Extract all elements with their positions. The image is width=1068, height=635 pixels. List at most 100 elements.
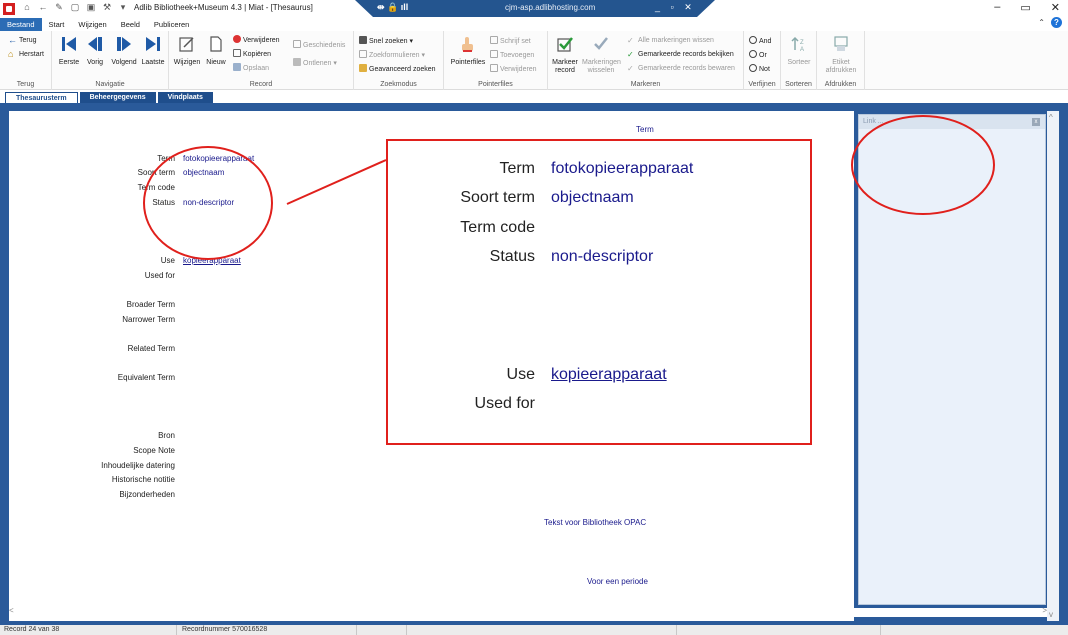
ribbon-tab-bar: Bestand Start Wijzigen Beeld Publiceren <box>0 18 196 31</box>
back-arrow-icon[interactable]: ← <box>38 2 48 13</box>
add-icon <box>490 50 498 58</box>
print-label-button[interactable]: Etiket afdrukken <box>820 35 862 75</box>
edit-record-button[interactable]: Wijzigen <box>172 35 202 67</box>
next-icon <box>117 37 131 51</box>
restore-button[interactable]: ▭ <box>1020 1 1030 14</box>
search-forms-button[interactable]: Zoekformulieren ▾ <box>359 50 425 60</box>
remove-icon <box>490 64 498 72</box>
first-record-button[interactable]: Eerste <box>56 35 82 67</box>
use-value-link[interactable]: kopieerapparaat <box>183 256 241 265</box>
save-record-button[interactable]: Opslaan <box>233 63 269 73</box>
group-label-record: Record <box>249 81 273 88</box>
window-controls: – ▭ ✕ <box>994 1 1060 14</box>
dropdown-icon[interactable]: ▾ <box>118 2 128 13</box>
copy-record-button[interactable]: Kopiëren <box>233 49 271 59</box>
sort-button[interactable]: ZA Sorteer <box>784 35 814 67</box>
vertical-scrollbar[interactable]: ^ v <box>1047 111 1059 621</box>
status-bar: Record 24 van 38 Recordnummer 570016528 <box>0 625 1068 635</box>
and-button[interactable]: And <box>749 36 771 46</box>
next-record-button[interactable]: Volgend <box>109 35 139 67</box>
scroll-right-icon[interactable]: > <box>1042 606 1047 615</box>
borrow-button[interactable]: Ontlenen ▾ <box>293 58 337 68</box>
side-panel-close-icon[interactable]: x <box>1032 118 1040 126</box>
side-panel-header: Link ... x <box>859 115 1045 129</box>
prev-record-button[interactable]: Vorig <box>82 35 108 67</box>
remove-from-set-button[interactable]: Verwijderen <box>490 64 537 74</box>
tab-thesaurusterm[interactable]: Thesaurusterm <box>5 92 78 103</box>
delete-record-button[interactable]: Verwijderen <box>233 35 280 45</box>
term-label: Term <box>157 154 175 163</box>
svg-text:A: A <box>800 47 804 53</box>
or-button[interactable]: Or <box>749 50 767 60</box>
used-for-label: Used for <box>144 271 175 280</box>
status-divider <box>356 625 357 635</box>
tab-beheergegevens[interactable]: Beheergegevens <box>79 92 156 103</box>
advanced-search-icon <box>359 64 367 72</box>
add-to-set-button[interactable]: Toevoegen <box>490 50 534 60</box>
horizontal-scrollbar[interactable]: < > <box>9 606 1047 617</box>
home-icon[interactable]: ⌂ <box>22 2 32 13</box>
scroll-down-icon[interactable]: v <box>1049 610 1053 619</box>
pointer-hand-icon <box>462 37 473 52</box>
quick-search-button[interactable]: Snel zoeken ▾ <box>359 36 413 46</box>
pin-lock-signal-icons[interactable]: ⇹ 🔒 ıll <box>377 2 408 13</box>
new-document-icon[interactable]: ▢ <box>70 2 80 13</box>
swap-marks-icon <box>594 37 608 50</box>
soort-term-value[interactable]: objectnaam <box>183 168 224 177</box>
group-pointerfiles: Pointerfiles Schrijf set Toevoegen Verwi… <box>444 31 548 90</box>
group-label-navigatie: Navigatie <box>95 81 125 88</box>
group-zoekmodus: Snel zoeken ▾ Zoekformulieren ▾ Geavance… <box>354 31 444 90</box>
history-button[interactable]: Geschiedenis <box>293 40 345 50</box>
wand-icon[interactable]: ⚒ <box>102 2 112 13</box>
group-label-sorteren: Sorteren <box>785 81 812 88</box>
term-value[interactable]: fotokopieerapparaat <box>183 154 254 163</box>
group-label-terug: Terug <box>16 81 35 88</box>
clear-marks-icon: ✓ <box>627 36 634 45</box>
remote-window-controls[interactable]: _ ▫ ✕ <box>655 2 696 13</box>
label-print-icon <box>834 36 848 51</box>
view-marked-button[interactable]: ✓ Gemarkeerde records bekijken <box>627 50 734 59</box>
write-set-button[interactable]: Schrijf set <box>490 36 531 46</box>
tab-beeld[interactable]: Beeld <box>114 18 147 31</box>
tab-start[interactable]: Start <box>42 18 72 31</box>
equivalent-term-label: Equivalent Term <box>117 373 175 382</box>
save-icon[interactable]: ▣ <box>86 2 96 13</box>
edit-icon <box>179 37 194 52</box>
save-marked-button[interactable]: ✓ Gemarkeerde records bewaren <box>627 64 735 73</box>
scroll-up-icon[interactable]: ^ <box>1049 113 1053 122</box>
last-icon <box>146 37 160 51</box>
close-button[interactable]: ✕ <box>1051 1 1060 14</box>
clear-all-marks-button[interactable]: ✓ Alle markeringen wissen <box>627 36 714 45</box>
scroll-left-icon[interactable]: < <box>9 606 14 615</box>
status-value[interactable]: non-descriptor <box>183 198 234 207</box>
group-markeren: Markeer record Markeringen wisselen ✓ All… <box>548 31 744 90</box>
new-record-button[interactable]: Nieuw <box>203 35 229 67</box>
section-title-period: Voor een periode <box>587 577 648 586</box>
pointerfiles-button[interactable]: Pointerfiles <box>448 35 488 67</box>
terug-button[interactable]: ← Terug <box>8 36 37 45</box>
advanced-search-button[interactable]: Geavanceerd zoeken <box>359 64 436 74</box>
tab-vindplaats[interactable]: Vindplaats <box>157 92 213 103</box>
zoom-term-value: fotokopieerapparaat <box>551 160 694 177</box>
side-panel: Link ... x <box>858 114 1046 605</box>
prev-icon <box>88 37 102 51</box>
last-record-button[interactable]: Laatste <box>139 35 167 67</box>
zoom-status-value: non-descriptor <box>551 248 654 265</box>
swap-marks-button[interactable]: Markeringen wisselen <box>581 35 621 75</box>
soort-term-label: Soort term <box>137 168 175 177</box>
herstart-button[interactable]: ⌂ Herstart <box>8 50 44 59</box>
tab-wijzigen[interactable]: Wijzigen <box>71 18 113 31</box>
group-afdrukken: Etiket afdrukken Afdrukken <box>817 31 865 90</box>
checkmark-icon <box>557 37 573 52</box>
minimize-button[interactable]: – <box>994 1 1000 14</box>
collapse-ribbon-icon[interactable]: ⌃ <box>1038 18 1045 27</box>
edit-icon[interactable]: ✎ <box>54 2 64 13</box>
group-label-zoekmodus: Zoekmodus <box>380 81 417 88</box>
tab-bestand[interactable]: Bestand <box>0 18 42 31</box>
tab-publiceren[interactable]: Publiceren <box>147 18 196 31</box>
historical-note-label: Historische notitie <box>111 475 175 484</box>
forms-icon <box>359 50 367 58</box>
help-icon[interactable]: ? <box>1051 17 1062 28</box>
mark-record-button[interactable]: Markeer record <box>550 35 580 75</box>
not-button[interactable]: Not <box>749 64 770 74</box>
